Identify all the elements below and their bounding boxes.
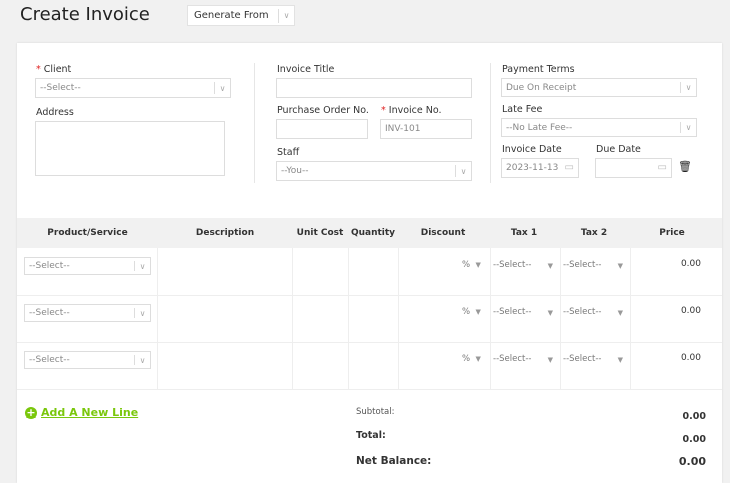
add-new-line-link[interactable]: + Add A New Line xyxy=(25,406,138,419)
discount-type-select[interactable]: % ▼ xyxy=(462,354,481,364)
column-divider xyxy=(157,248,158,389)
chevron-down-icon: ∨ xyxy=(455,165,471,177)
caret-down-icon: ▼ xyxy=(617,356,623,364)
tax1-select[interactable]: --Select-- ▼ xyxy=(493,354,557,364)
chevron-down-icon: ∨ xyxy=(680,82,696,93)
client-select[interactable]: --Select-- ∨ xyxy=(35,78,231,98)
staff-label: Staff xyxy=(277,147,300,158)
caret-down-icon: ▼ xyxy=(617,262,623,270)
tax1-select[interactable]: --Select-- ▼ xyxy=(493,260,557,270)
subtotal-value: 0.00 xyxy=(682,411,706,422)
chevron-down-icon: ∨ xyxy=(134,308,150,318)
generate-from-label: Generate From xyxy=(194,10,269,21)
header-tax2: Tax 2 xyxy=(580,228,608,238)
client-label: * Client xyxy=(36,64,72,75)
chevron-down-icon: ∨ xyxy=(134,261,150,271)
column-divider xyxy=(560,248,561,389)
tax2-select[interactable]: --Select-- ▼ xyxy=(563,260,627,270)
tax2-select[interactable]: --Select-- ▼ xyxy=(563,307,627,317)
due-date-input[interactable]: ▭ xyxy=(595,158,672,178)
tax1-select[interactable]: --Select-- ▼ xyxy=(493,307,557,317)
caret-down-icon: ▼ xyxy=(475,261,481,269)
header-quantity: Quantity xyxy=(350,228,396,238)
caret-down-icon: ▼ xyxy=(547,356,553,364)
product-select[interactable]: --Select-- ∨ xyxy=(24,351,151,369)
invoice-no-input[interactable]: INV-101 xyxy=(380,119,472,139)
trash-icon[interactable]: 🗑 xyxy=(678,160,692,173)
caret-down-icon: ▼ xyxy=(547,262,553,270)
po-label: Purchase Order No. xyxy=(277,105,369,116)
caret-down-icon: ▼ xyxy=(475,355,481,363)
address-label: Address xyxy=(36,107,74,118)
total-label: Total: xyxy=(356,430,386,441)
row-divider xyxy=(17,389,722,390)
header-price: Price xyxy=(659,228,685,238)
column-divider xyxy=(292,248,293,389)
divider xyxy=(254,63,255,183)
due-date-label: Due Date xyxy=(596,144,641,155)
calendar-icon[interactable]: ▭ xyxy=(565,162,574,173)
header-product: Product/Service xyxy=(47,228,128,238)
row-divider xyxy=(17,295,722,296)
payment-terms-label: Payment Terms xyxy=(502,64,575,75)
column-divider xyxy=(348,248,349,389)
subtotal-label: Subtotal: xyxy=(356,407,395,417)
late-fee-select[interactable]: --No Late Fee-- ∨ xyxy=(501,118,697,137)
header-unit-cost: Unit Cost xyxy=(296,228,344,238)
header-description: Description xyxy=(195,228,255,238)
invoice-no-label: * Invoice No. xyxy=(381,105,442,116)
column-divider xyxy=(490,248,491,389)
price-value: 0.00 xyxy=(680,259,701,269)
invoice-title-input[interactable] xyxy=(276,78,472,98)
calendar-icon[interactable]: ▭ xyxy=(658,162,667,173)
caret-down-icon: ▼ xyxy=(617,309,623,317)
tax2-select[interactable]: --Select-- ▼ xyxy=(563,354,627,364)
net-balance-label: Net Balance: xyxy=(356,455,432,467)
invoice-date-input[interactable]: 2023-11-13 ▭ xyxy=(501,158,579,178)
late-fee-label: Late Fee xyxy=(502,104,543,115)
header-discount: Discount xyxy=(420,228,466,238)
discount-type-select[interactable]: % ▼ xyxy=(462,260,481,270)
chevron-down-icon: ∨ xyxy=(134,355,150,365)
invoice-date-label: Invoice Date xyxy=(502,144,562,155)
chevron-down-icon: ∨ xyxy=(214,82,230,94)
row-divider xyxy=(17,342,722,343)
total-value: 0.00 xyxy=(682,434,706,445)
column-divider xyxy=(630,248,631,389)
net-balance-value: 0.00 xyxy=(678,455,706,468)
header-tax1: Tax 1 xyxy=(510,228,538,238)
price-value: 0.00 xyxy=(680,353,701,363)
caret-down-icon: ▼ xyxy=(547,309,553,317)
invoice-title-label: Invoice Title xyxy=(277,64,335,75)
payment-terms-select[interactable]: Due On Receipt ∨ xyxy=(501,78,697,97)
staff-select[interactable]: --You-- ∨ xyxy=(276,161,472,181)
chevron-down-icon: ∨ xyxy=(680,122,696,133)
divider xyxy=(490,63,491,183)
product-select[interactable]: --Select-- ∨ xyxy=(24,304,151,322)
address-textarea[interactable] xyxy=(35,121,225,176)
po-input[interactable] xyxy=(276,119,368,139)
discount-type-select[interactable]: % ▼ xyxy=(462,307,481,317)
caret-down-icon: ▼ xyxy=(475,308,481,316)
generate-from-dropdown[interactable]: Generate From ∨ xyxy=(187,5,295,26)
price-value: 0.00 xyxy=(680,306,701,316)
product-select[interactable]: --Select-- ∨ xyxy=(24,257,151,275)
column-divider xyxy=(398,248,399,389)
page-title: Create Invoice xyxy=(20,4,150,25)
chevron-down-icon: ∨ xyxy=(278,9,294,23)
plus-circle-icon: + xyxy=(25,405,37,419)
